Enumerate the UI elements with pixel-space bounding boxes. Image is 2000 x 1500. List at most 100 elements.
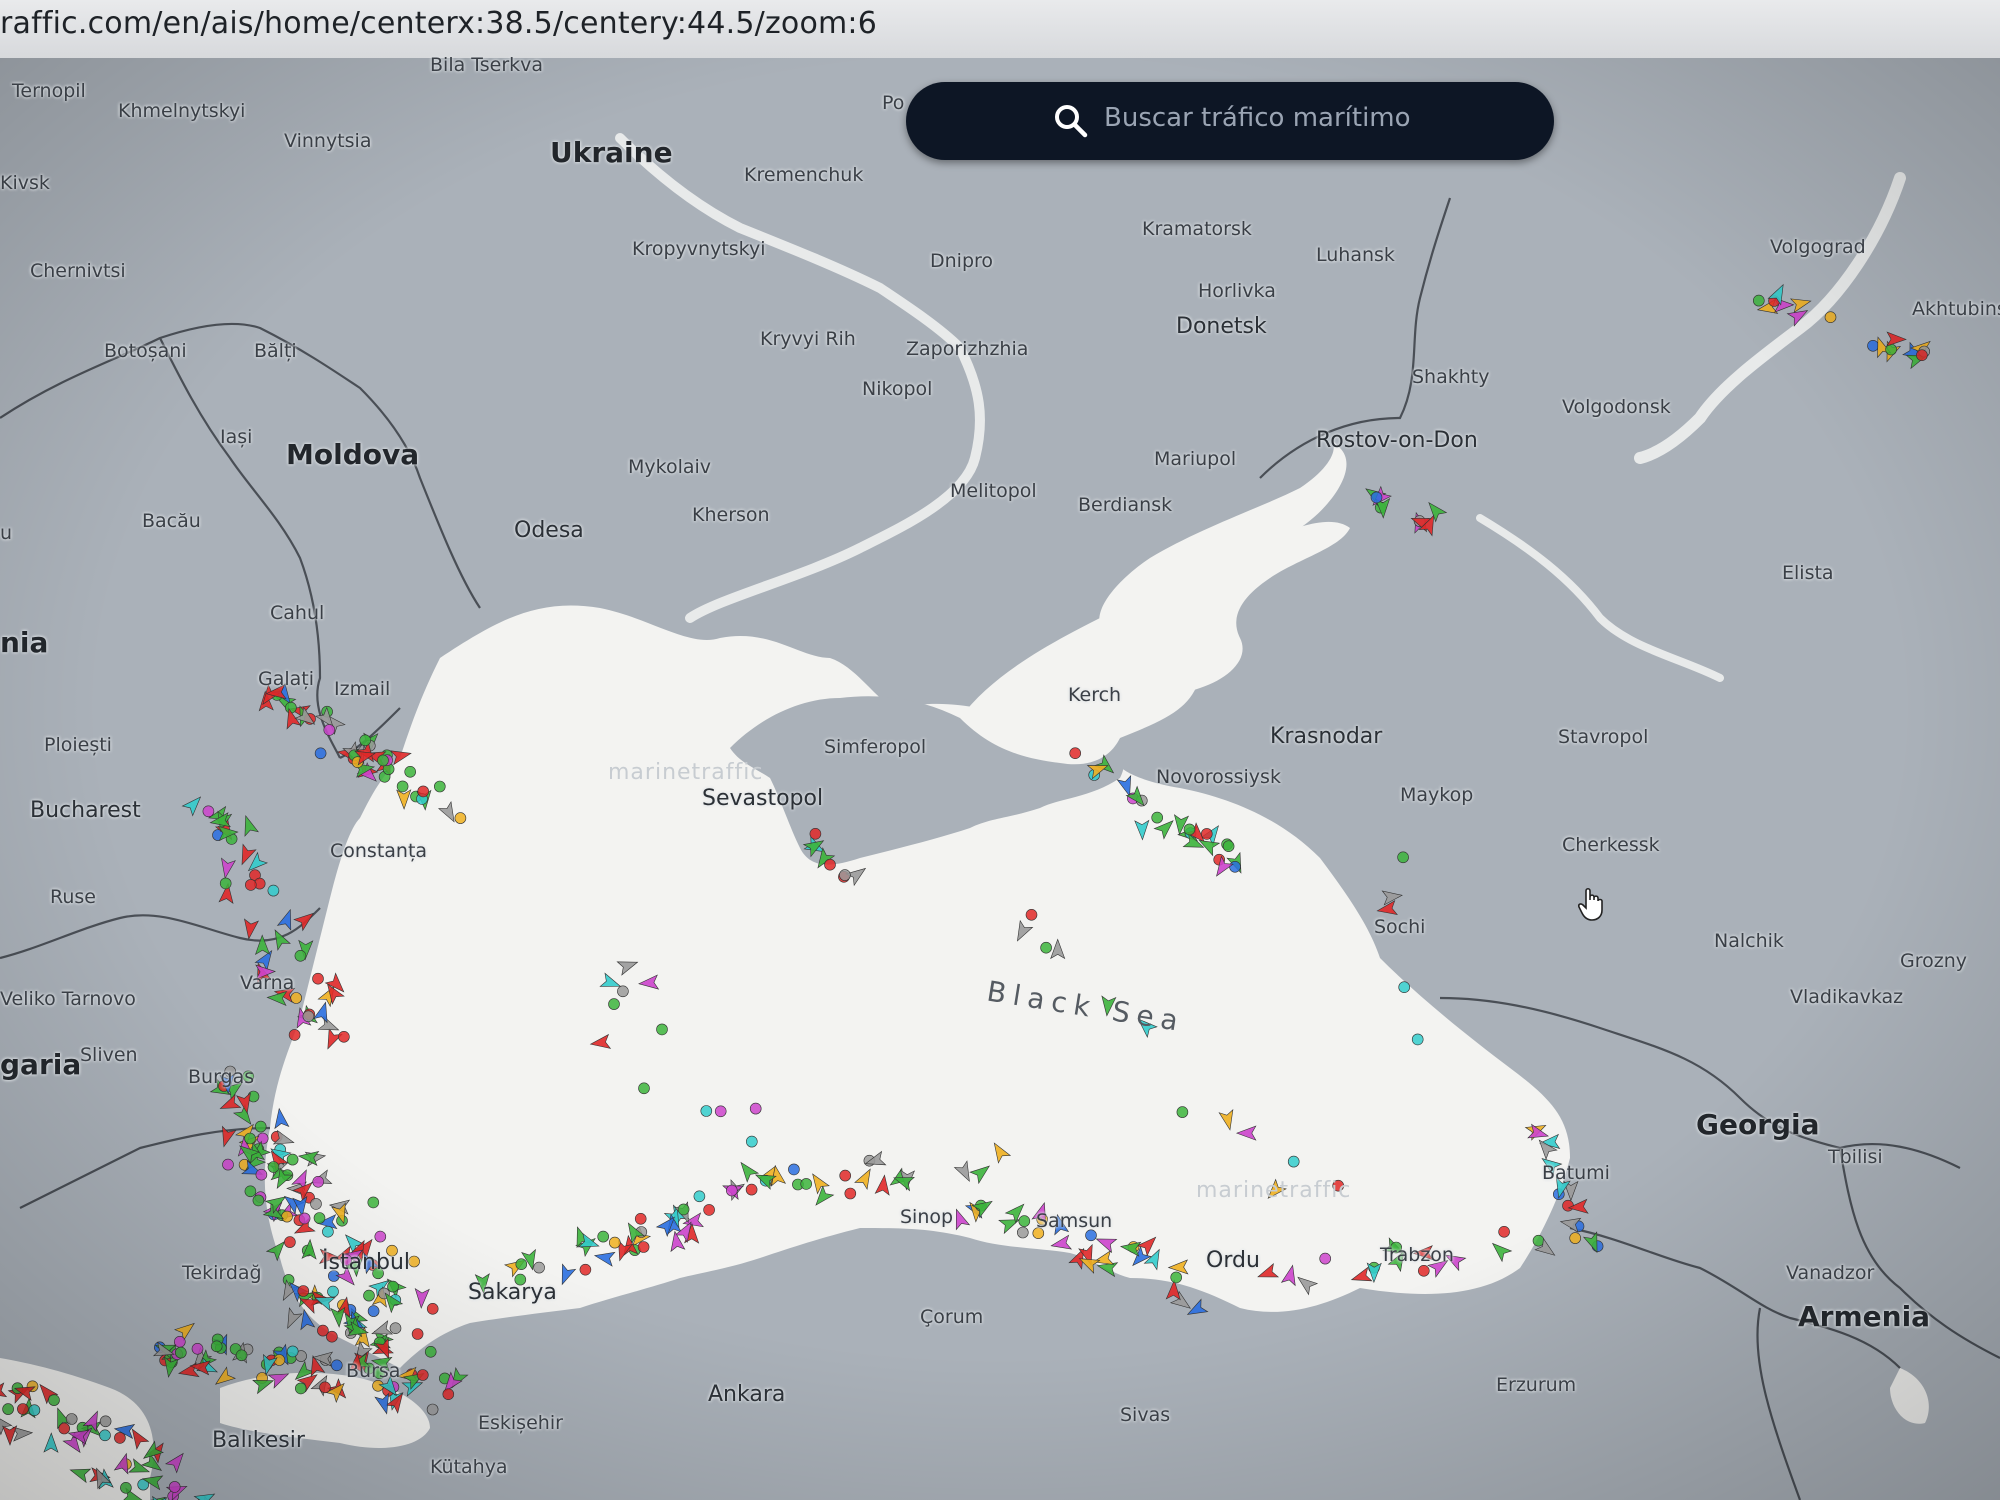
vessel-anchored-icon[interactable] <box>693 1190 706 1203</box>
vessel-anchored-icon[interactable] <box>597 1230 610 1243</box>
vessel-anchored-icon[interactable] <box>168 1481 181 1493</box>
vessel-anchored-icon[interactable] <box>1753 294 1765 307</box>
vessel-anchored-icon[interactable] <box>426 1403 439 1416</box>
vessel-anchored-icon[interactable] <box>1867 339 1879 352</box>
vessel-anchored-icon[interactable] <box>210 1340 223 1353</box>
vessel-anchored-icon[interactable] <box>844 1187 857 1200</box>
vessel-anchored-icon[interactable] <box>284 1236 296 1248</box>
vessel-anchored-icon[interactable] <box>1562 1199 1574 1212</box>
vessel-anchored-icon[interactable] <box>245 879 257 891</box>
vessel-anchored-icon[interactable] <box>1319 1252 1331 1265</box>
vessel-anchored-icon[interactable] <box>222 1158 234 1171</box>
vessel-anchored-icon[interactable] <box>839 869 851 881</box>
vessel-anchored-icon[interactable] <box>700 1105 713 1117</box>
vessel-anchored-icon[interactable] <box>1069 747 1081 760</box>
vessel-anchored-icon[interactable] <box>322 1225 334 1238</box>
vessel-anchored-icon[interactable] <box>202 805 215 818</box>
vessel-anchored-icon[interactable] <box>515 1258 528 1270</box>
vessel-anchored-icon[interactable] <box>297 1285 310 1297</box>
vessel-anchored-icon[interactable] <box>330 1359 343 1372</box>
vessel-anchored-icon[interactable] <box>1025 908 1038 921</box>
vessel-anchored-icon[interactable] <box>323 724 336 736</box>
vessel-anchored-icon[interactable] <box>99 1415 112 1428</box>
vessel-anchored-icon[interactable] <box>327 1285 339 1298</box>
vessel-anchored-icon[interactable] <box>310 1198 322 1210</box>
vessel-anchored-icon[interactable] <box>312 972 324 985</box>
vessel-anchored-icon[interactable] <box>28 1404 41 1416</box>
vessel-anchored-icon[interactable] <box>65 1413 78 1425</box>
vessel-anchored-icon[interactable] <box>749 1102 762 1115</box>
vessel-anchored-icon[interactable] <box>788 1163 800 1176</box>
vessel-anchored-icon[interactable] <box>374 1230 387 1243</box>
search-bar[interactable]: Buscar tráfico marítimo <box>906 82 1554 160</box>
vessel-anchored-icon[interactable] <box>17 1403 29 1415</box>
vessel-anchored-icon[interactable] <box>1824 311 1837 324</box>
vessel-anchored-icon[interactable] <box>411 1328 424 1340</box>
vessel-anchored-icon[interactable] <box>1569 1232 1581 1244</box>
vessel-anchored-icon[interactable] <box>288 1029 301 1041</box>
vessel-anchored-icon[interactable] <box>1398 981 1410 994</box>
vessel-anchored-icon[interactable] <box>839 1169 852 1182</box>
vessel-anchored-icon[interactable] <box>359 734 372 747</box>
vessel-anchored-icon[interactable] <box>1397 851 1409 864</box>
vessel-anchored-icon[interactable] <box>608 998 620 1010</box>
vessel-anchored-icon[interactable] <box>114 1432 126 1444</box>
vessel-anchored-icon[interactable] <box>367 1305 380 1317</box>
vessel-anchored-icon[interactable] <box>703 1204 715 1216</box>
vessel-anchored-icon[interactable] <box>2 1403 14 1415</box>
vessel-anchored-icon[interactable] <box>313 1212 326 1224</box>
address-bar[interactable]: raffic.com/en/ais/home/centerx:38.5/cent… <box>0 0 2000 59</box>
vessel-anchored-icon[interactable] <box>1222 840 1235 853</box>
vessel-anchored-icon[interactable] <box>824 858 836 871</box>
vessel-anchored-icon[interactable] <box>256 1132 269 1145</box>
vessel-anchored-icon[interactable] <box>634 1213 647 1225</box>
vessel-anchored-icon[interactable] <box>1151 811 1163 824</box>
vessel-anchored-icon[interactable] <box>417 785 430 798</box>
map-canvas[interactable] <box>0 58 2000 1500</box>
vessel-anchored-icon[interactable] <box>809 827 822 840</box>
vessel-anchored-icon[interactable] <box>533 1261 545 1274</box>
vessel-anchored-icon[interactable] <box>298 1212 311 1225</box>
vessel-anchored-icon[interactable] <box>1370 491 1383 504</box>
vessel-anchored-icon[interactable] <box>1498 1226 1510 1238</box>
vessel-anchored-icon[interactable] <box>377 754 389 767</box>
vessel-anchored-icon[interactable] <box>254 1120 267 1133</box>
vessel-anchored-icon[interactable] <box>638 1082 650 1095</box>
vessel-anchored-icon[interactable] <box>219 877 232 890</box>
vessel-anchored-icon[interactable] <box>424 1346 437 1358</box>
vessel-anchored-icon[interactable] <box>454 812 467 824</box>
vessel-anchored-icon[interactable] <box>1176 1106 1189 1118</box>
vessel-anchored-icon[interactable] <box>294 1382 307 1395</box>
vessel-anchored-icon[interactable] <box>725 1184 738 1197</box>
vessel-anchored-icon[interactable] <box>1418 1265 1430 1277</box>
vessel-anchored-icon[interactable] <box>800 1178 813 1190</box>
vessel-anchored-icon[interactable] <box>174 1336 186 1348</box>
vessel-anchored-icon[interactable] <box>252 1194 265 1207</box>
vessel-anchored-icon[interactable] <box>1411 1033 1424 1046</box>
vessel-anchored-icon[interactable] <box>312 1176 325 1188</box>
vessel-anchored-icon[interactable] <box>338 1030 350 1043</box>
vessel-anchored-icon[interactable] <box>1229 860 1241 873</box>
vessel-anchored-icon[interactable] <box>319 1381 331 1394</box>
vessel-anchored-icon[interactable] <box>617 985 629 998</box>
vessel-anchored-icon[interactable] <box>408 1255 420 1268</box>
search-input[interactable]: Buscar tráfico marítimo <box>1104 103 1411 133</box>
vessel-anchored-icon[interactable] <box>191 1343 204 1355</box>
vessel-anchored-icon[interactable] <box>302 1010 315 1023</box>
vessel-anchored-icon[interactable] <box>714 1105 727 1118</box>
vessel-anchored-icon[interactable] <box>745 1183 758 1196</box>
vessel-anchored-icon[interactable] <box>389 1322 402 1334</box>
vessel-anchored-icon[interactable] <box>404 765 417 778</box>
vessel-anchored-icon[interactable] <box>677 1203 690 1216</box>
vessel-anchored-icon[interactable] <box>608 1236 621 1249</box>
vessel-anchored-icon[interactable] <box>433 780 446 793</box>
vessel-anchored-icon[interactable] <box>281 1210 293 1223</box>
vessel-anchored-icon[interactable] <box>99 1429 111 1442</box>
search-icon[interactable] <box>1052 102 1090 140</box>
vessel-anchored-icon[interactable] <box>255 1168 268 1181</box>
vessel-anchored-icon[interactable] <box>637 1241 650 1253</box>
vessel-anchored-icon[interactable] <box>175 1346 187 1359</box>
vessel-anchored-icon[interactable] <box>286 1153 299 1166</box>
vessel-anchored-icon[interactable] <box>579 1263 592 1276</box>
vessel-anchored-icon[interactable] <box>1018 1215 1031 1227</box>
